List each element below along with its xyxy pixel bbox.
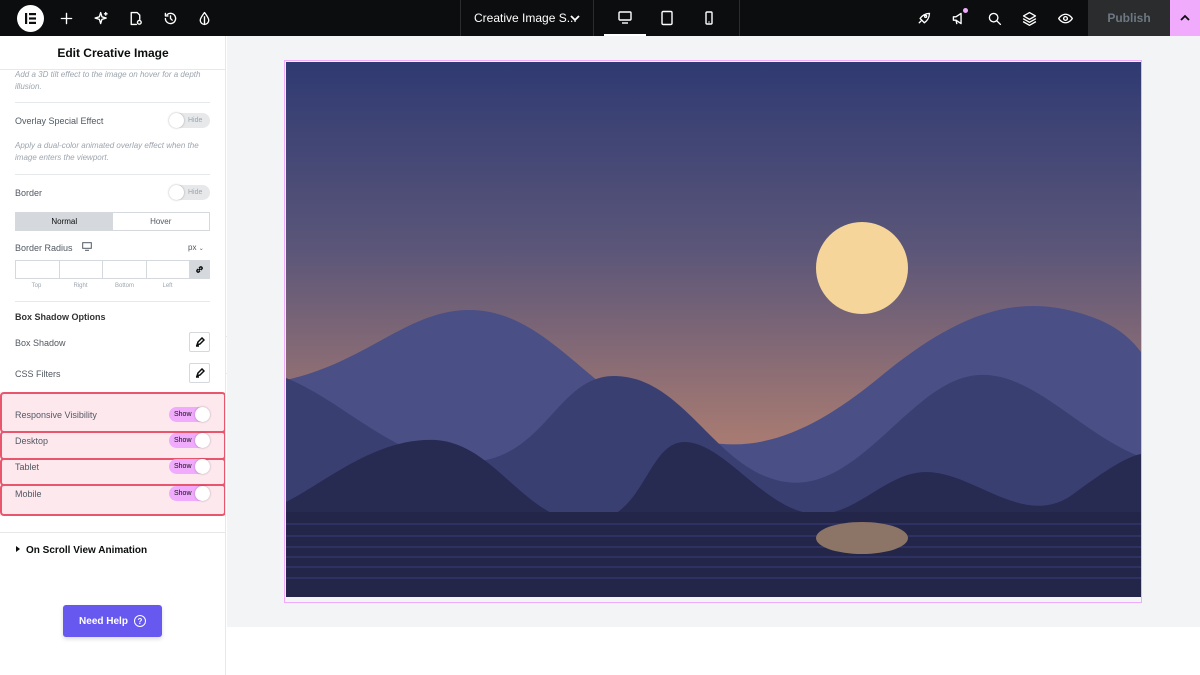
tablet-icon: [661, 10, 673, 26]
tilt-description: Add a 3D tilt effect to the image on hov…: [15, 70, 201, 91]
publish-button[interactable]: Publish: [1088, 0, 1170, 36]
page-title-dropdown[interactable]: Creative Image S...: [460, 0, 594, 36]
responsive-visibility-toggle[interactable]: Show: [169, 407, 210, 422]
page-title: Creative Image S...: [474, 11, 577, 25]
caret-right-icon: [16, 546, 20, 552]
need-help-button[interactable]: Need Help ?: [63, 605, 162, 637]
pencil-icon: [195, 337, 205, 347]
lake: [286, 512, 1141, 597]
box-shadow-section-title: Box Shadow Options: [15, 312, 106, 322]
link-icon: [196, 266, 203, 273]
border-toggle[interactable]: Hide: [169, 185, 210, 200]
tab-hover[interactable]: Hover: [113, 213, 210, 230]
unit-selector[interactable]: px ⌄: [188, 243, 204, 252]
page-settings-icon[interactable]: [125, 8, 145, 28]
canvas-footer-area: [227, 627, 1200, 675]
border-radius-label: Border Radius: [15, 243, 73, 253]
pencil-icon: [195, 368, 205, 378]
radius-right-label: Right: [73, 283, 88, 289]
chevron-down-icon: ⌄: [198, 246, 204, 252]
preview-eye-icon[interactable]: [1055, 8, 1075, 28]
theme-style-icon[interactable]: [194, 8, 214, 28]
panel-title: Edit Creative Image: [0, 36, 225, 70]
tablet-device-button[interactable]: [646, 0, 688, 36]
overlay-effect-label: Overlay Special Effect: [15, 116, 104, 126]
radius-top-input[interactable]: [16, 261, 60, 278]
css-filters-label: CSS Filters: [15, 369, 61, 379]
sun-reflection: [816, 522, 908, 554]
box-shadow-label: Box Shadow: [15, 338, 66, 348]
divider: [15, 301, 210, 302]
mobile-visibility-label: Mobile: [15, 489, 42, 499]
radius-top-label: Top: [31, 283, 42, 289]
history-icon[interactable]: [160, 8, 180, 28]
state-tabs: Normal Hover: [15, 212, 210, 231]
mobile-device-button[interactable]: [688, 0, 730, 36]
add-icon[interactable]: [56, 8, 76, 28]
tab-normal[interactable]: Normal: [16, 213, 113, 230]
landscape-illustration: [286, 62, 1141, 597]
editor-panel: Edit Creative Image Add a 3D tilt effect…: [0, 36, 226, 675]
radius-left-label: Left: [162, 283, 173, 289]
desktop-visibility-toggle[interactable]: Show: [169, 433, 210, 448]
rocket-icon[interactable]: [913, 8, 933, 28]
chevron-down-icon: [569, 12, 581, 24]
top-toolbar: Creative Image S... Publish: [0, 0, 1200, 36]
overlay-description: Apply a dual-color animated overlay effe…: [15, 141, 199, 162]
mobile-icon: [705, 11, 713, 25]
ai-sparkle-icon[interactable]: [91, 8, 111, 28]
desktop-icon: [618, 11, 632, 24]
box-shadow-edit-button[interactable]: [189, 332, 210, 352]
desktop-device-button[interactable]: [604, 0, 646, 36]
desktop-responsive-icon[interactable]: [82, 242, 92, 251]
creative-image-widget[interactable]: [284, 60, 1142, 603]
layers-icon[interactable]: [1019, 8, 1039, 28]
overlay-effect-toggle[interactable]: Hide: [169, 113, 210, 128]
toolbar-divider: [739, 0, 740, 36]
tablet-visibility-toggle[interactable]: Show: [169, 459, 210, 474]
publish-options-button[interactable]: [1170, 0, 1200, 36]
radius-bottom-input[interactable]: [103, 261, 147, 278]
chevron-up-icon: [1180, 14, 1190, 21]
scroll-animation-title[interactable]: On Scroll View Animation: [26, 545, 147, 556]
notification-dot: [963, 8, 968, 13]
radius-right-input[interactable]: [60, 261, 103, 278]
tablet-visibility-label: Tablet: [15, 462, 40, 472]
radius-left-input[interactable]: [147, 261, 190, 278]
search-icon[interactable]: [984, 8, 1004, 28]
radius-bottom-label: Bottom: [114, 283, 134, 289]
mobile-visibility-toggle[interactable]: Show: [169, 486, 210, 501]
responsive-visibility-label: Responsive Visibility: [15, 410, 97, 420]
divider: [15, 174, 210, 175]
sun: [816, 222, 908, 314]
elementor-logo-icon[interactable]: [17, 5, 44, 32]
border-label: Border: [15, 188, 43, 198]
help-question-icon: ?: [133, 615, 146, 627]
css-filters-edit-button[interactable]: [189, 363, 210, 383]
link-values-button[interactable]: [190, 261, 209, 278]
divider: [15, 102, 210, 103]
border-radius-inputs: [15, 260, 210, 279]
desktop-visibility-label: Desktop: [15, 436, 49, 446]
